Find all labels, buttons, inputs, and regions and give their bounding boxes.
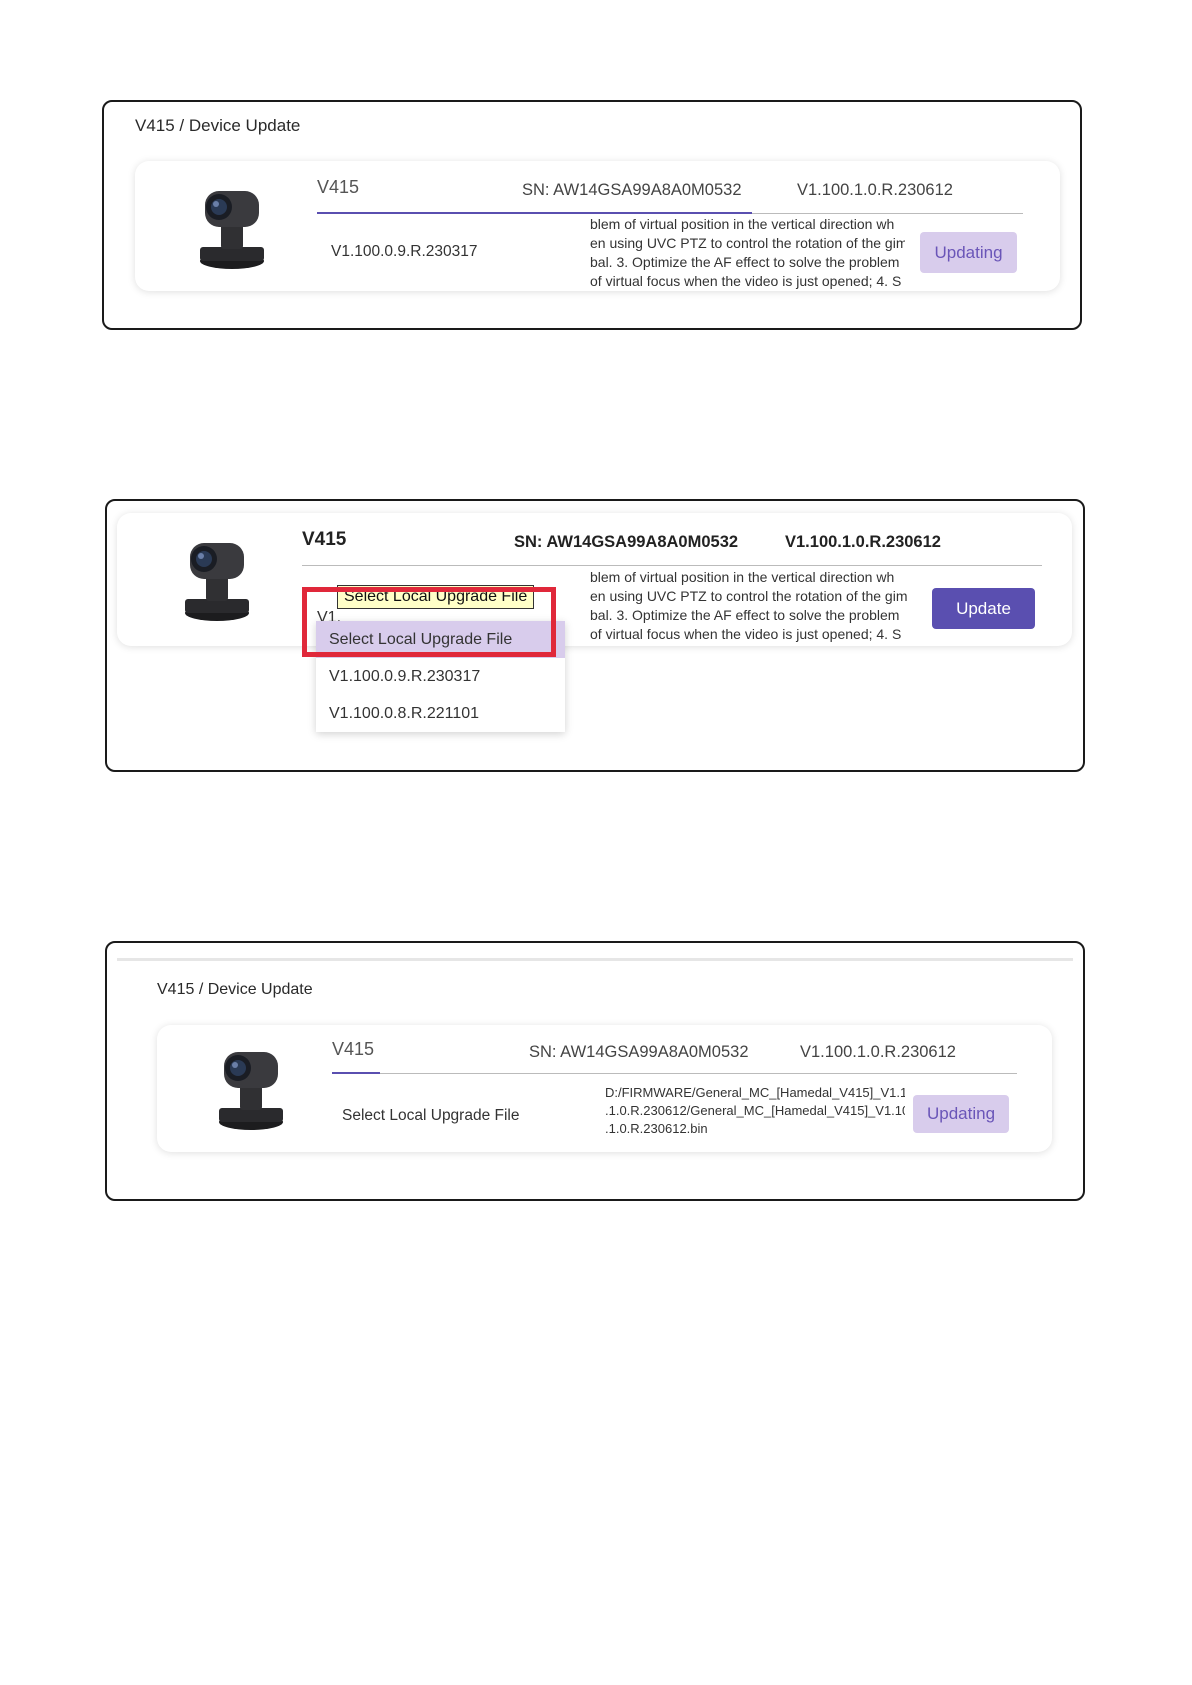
active-underline [332,1072,380,1074]
device-update-screen-local-file: V415 / Device Update V415 SN: AW14GSA99A… [105,941,1085,1201]
release-notes: blem of virtual position in the vertical… [590,568,910,644]
serial-number: SN: AW14GSA99A8A0M0532 [514,533,739,551]
device-model: V415 [332,1039,375,1059]
file-path: D:/FIRMWARE/General_MC_[Hamedal_V415]_V1… [605,1084,905,1144]
file-path-line: .1.0.R.230612/General_MC_[Hamedal_V415]_… [605,1103,905,1118]
release-notes-line: bal. 3. Optimize the AF effect to solve … [590,607,900,623]
ptz-camera-image [200,191,264,269]
release-notes-line: en using UVC PTZ to control the rotation… [590,235,905,251]
divider [302,565,1042,566]
update-button[interactable]: Update [932,588,1035,629]
device-model: V415 [317,177,360,197]
highlight-annotation-box [302,587,556,657]
release-notes-line: en using UVC PTZ to control the rotation… [590,588,908,604]
release-notes-line: bal. 3. Optimize the AF effect to solve … [590,254,900,270]
active-underline [317,212,752,214]
top-divider [117,958,1073,961]
updating-button[interactable]: Updating [913,1095,1009,1133]
release-notes-line: blem of virtual position in the vertical… [590,216,895,232]
device-update-screen-select: V415 SN: AW14GSA99A8A0M0532 V1.100.1.0.R… [105,499,1085,772]
updating-button[interactable]: Updating [920,232,1017,273]
device-model: V415 [302,529,347,550]
serial-number: SN: AW14GSA99A8A0M0532 [529,1043,749,1061]
current-version: V1.100.1.0.R.230612 [785,533,941,551]
current-version: V1.100.1.0.R.230612 [797,181,953,199]
version-select[interactable]: V1.100.0.9.R.230317 [331,243,478,261]
dropdown-option-version[interactable]: V1.100.0.9.R.230317 [316,658,565,695]
release-notes-line: of virtual focus when the video is just … [590,273,902,289]
file-path-line: .1.0.R.230612.bin [605,1121,708,1136]
device-card: V415 SN: AW14GSA99A8A0M0532 V1.100.1.0.R… [135,161,1060,291]
file-path-line: D:/FIRMWARE/General_MC_[Hamedal_V415]_V1… [605,1085,905,1100]
ptz-camera-image [219,1052,283,1130]
divider [332,1073,1017,1074]
breadcrumb: V415 / Device Update [157,981,313,998]
version-select[interactable]: Select Local Upgrade File [342,1107,520,1125]
release-notes-line: of virtual focus when the video is just … [590,626,902,642]
device-card: V415 SN: AW14GSA99A8A0M0532 V1.100.1.0.R… [157,1025,1052,1152]
device-card: V415 SN: AW14GSA99A8A0M0532 V1.100.1.0.R… [117,513,1072,646]
device-update-screen-updating: V415 / Device Update V415 SN: AW14GSA99A… [102,100,1082,330]
release-notes: blem of virtual position in the vertical… [590,215,905,291]
dropdown-option-version[interactable]: V1.100.0.8.R.221101 [316,695,565,732]
ptz-camera-image [185,543,249,621]
current-version: V1.100.1.0.R.230612 [800,1043,956,1061]
release-notes-line: blem of virtual position in the vertical… [590,569,895,585]
breadcrumb: V415 / Device Update [135,116,301,135]
serial-number: SN: AW14GSA99A8A0M0532 [522,181,742,199]
